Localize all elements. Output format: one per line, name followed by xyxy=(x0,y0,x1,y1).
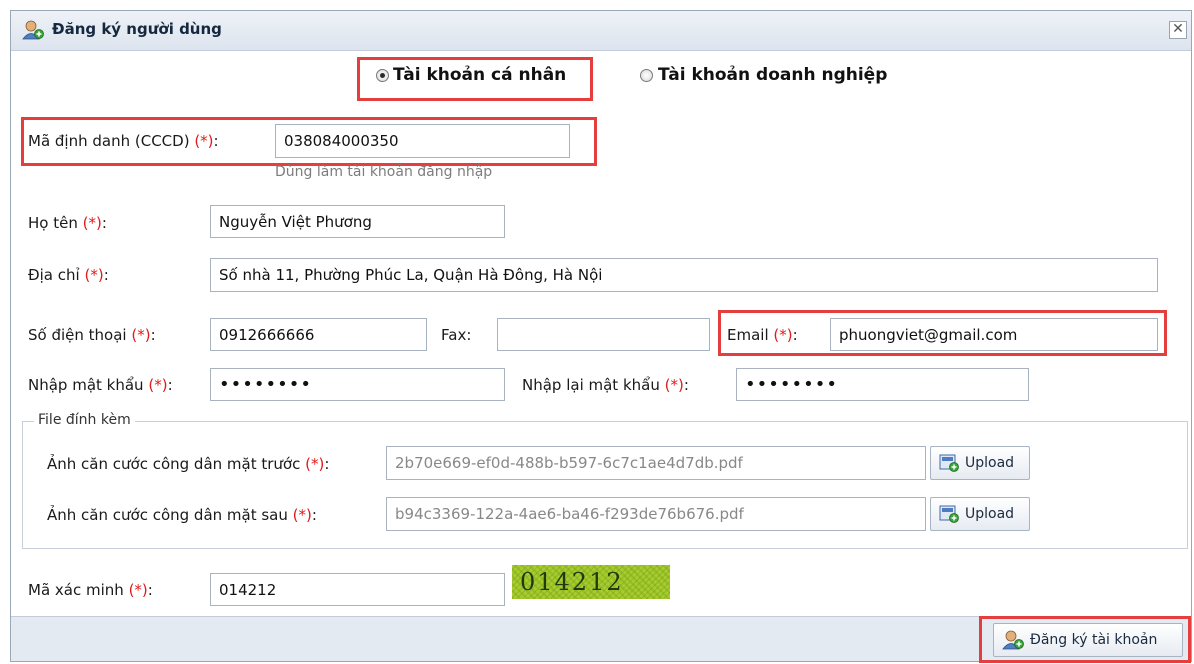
address-input[interactable] xyxy=(210,258,1158,292)
radio-business-label[interactable]: Tài khoản doanh nghiệp xyxy=(658,65,887,85)
front-image-input[interactable] xyxy=(386,446,926,480)
back-upload-label: Upload xyxy=(965,506,1015,522)
phone-input[interactable] xyxy=(210,318,427,351)
password-label: Nhập mật khẩu (*): xyxy=(28,376,173,394)
upload-icon xyxy=(939,454,959,472)
front-upload-button[interactable]: Upload xyxy=(930,446,1030,480)
captcha-image: 014212 xyxy=(512,565,670,599)
close-button[interactable]: ✕ xyxy=(1169,21,1187,39)
dialog-title: Đăng ký người dùng xyxy=(52,20,222,38)
fax-label: Fax: xyxy=(441,326,472,344)
email-label: Email (*): xyxy=(727,326,798,344)
register-account-label: Đăng ký tài khoản xyxy=(1030,632,1158,648)
back-image-label: Ảnh căn cước công dân mặt sau (*): xyxy=(47,506,317,524)
full-name-label: Họ tên (*): xyxy=(28,214,107,232)
radio-personal[interactable] xyxy=(376,69,389,82)
email-input[interactable] xyxy=(830,318,1158,351)
fax-input[interactable] xyxy=(497,318,710,351)
id-number-label: Mã định danh (CCCD) (*): xyxy=(28,132,219,150)
password-confirm-input[interactable]: •••••••• xyxy=(736,368,1029,401)
captcha-input[interactable] xyxy=(210,573,505,606)
attachments-legend: File đính kèm xyxy=(34,412,135,428)
upload-icon xyxy=(939,505,959,523)
register-account-button[interactable]: Đăng ký tài khoản xyxy=(993,623,1183,657)
radio-personal-label[interactable]: Tài khoản cá nhân xyxy=(393,65,566,85)
id-number-hint: Dùng làm tài khoản đăng nhập xyxy=(275,164,493,180)
full-name-input[interactable] xyxy=(210,205,505,238)
address-label: Địa chỉ (*): xyxy=(28,266,109,284)
close-icon: ✕ xyxy=(1172,21,1184,37)
password-input[interactable]: •••••••• xyxy=(210,368,505,401)
user-add-icon xyxy=(22,20,44,40)
phone-label: Số điện thoại (*): xyxy=(28,326,156,344)
id-number-input[interactable] xyxy=(275,124,570,158)
front-upload-label: Upload xyxy=(965,455,1015,471)
back-upload-button[interactable]: Upload xyxy=(930,497,1030,531)
user-add-icon xyxy=(1002,630,1024,650)
radio-business[interactable] xyxy=(640,69,653,82)
password-confirm-label: Nhập lại mật khẩu (*): xyxy=(522,376,689,394)
back-image-input[interactable] xyxy=(386,497,926,531)
front-image-label: Ảnh căn cước công dân mặt trước (*): xyxy=(47,455,330,473)
captcha-label: Mã xác minh (*): xyxy=(28,581,153,599)
